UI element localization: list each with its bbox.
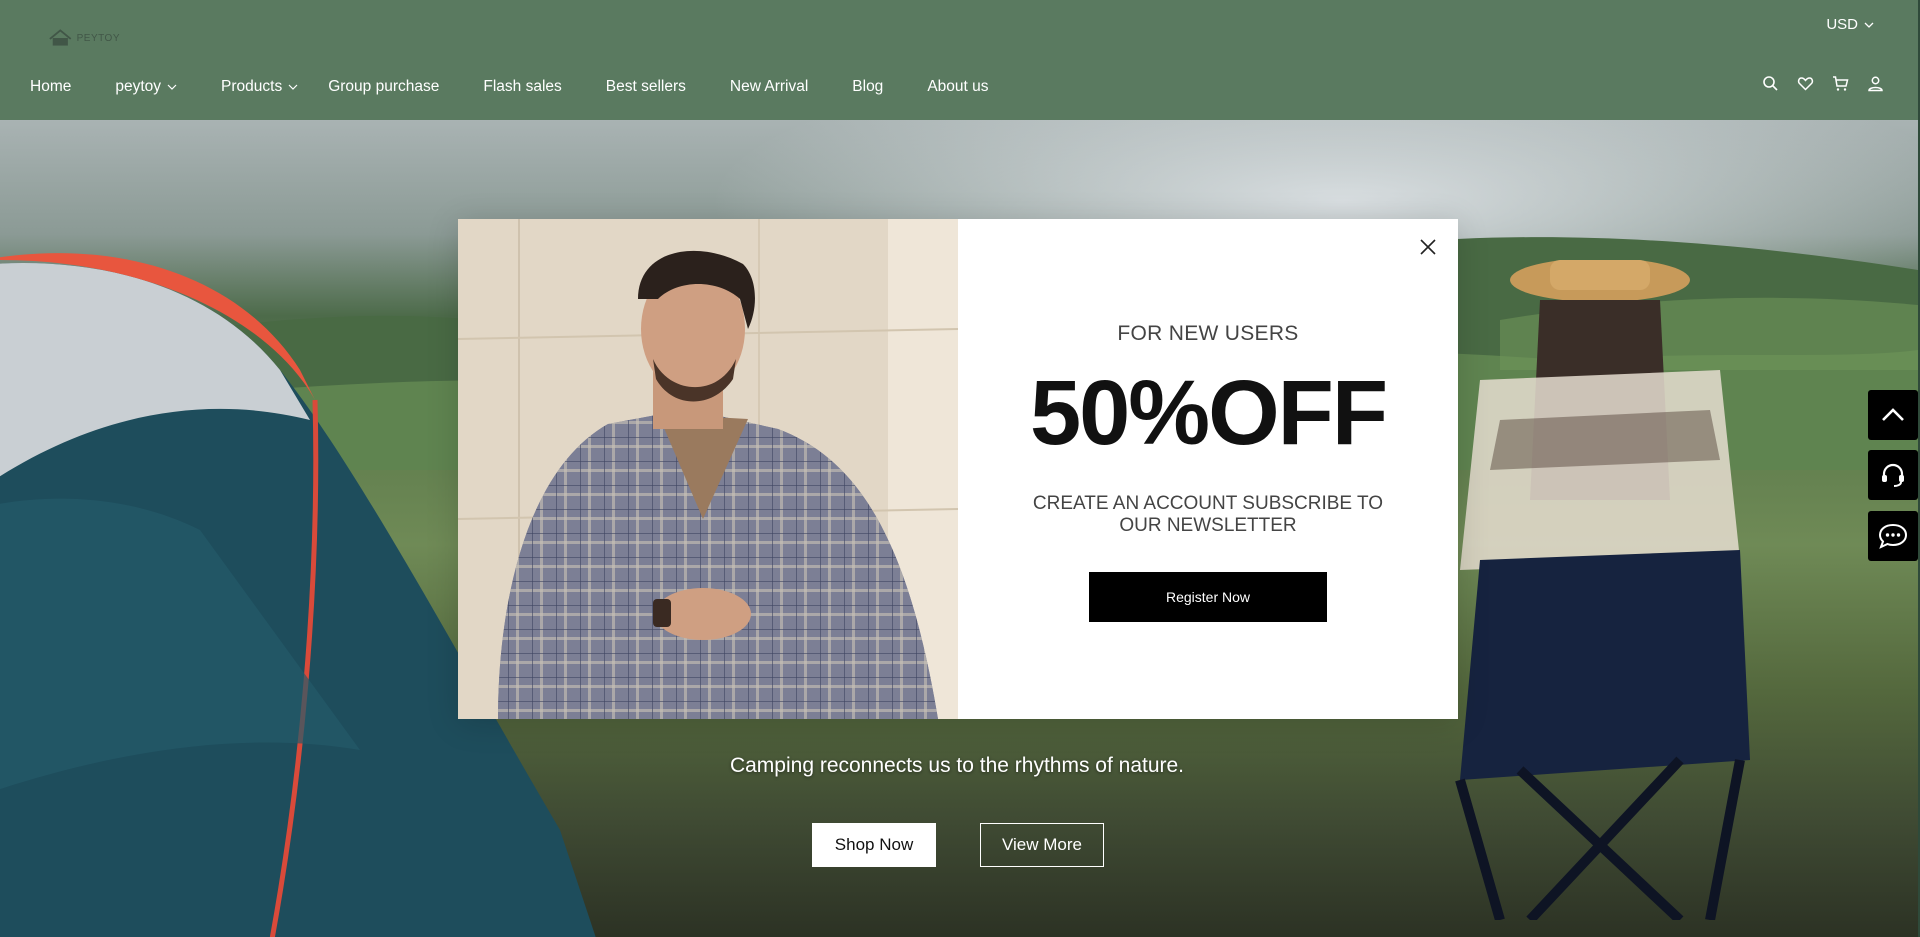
nav-label: About us [927,78,989,95]
nav-products[interactable]: Products [221,78,298,96]
nav-flash-sales[interactable]: Flash sales [483,78,561,96]
nav-best-sellers[interactable]: Best sellers [606,78,686,96]
chevron-down-icon [1864,22,1874,28]
site-logo[interactable]: PEYTOY [48,26,120,50]
view-more-button[interactable]: View More [980,823,1104,867]
nav-label: Best sellers [605,78,686,95]
nav-label: Group purchase [328,78,440,95]
nav-label: Flash sales [483,78,562,95]
headset-icon [1882,463,1904,487]
cart-icon[interactable] [1832,75,1849,92]
shop-now-button[interactable]: Shop Now [812,823,936,867]
logo-text: PEYTOY [76,32,120,44]
nav-peytoy[interactable]: peytoy [115,78,177,96]
site-header: PEYTOY USD Home peytoy Products Group pu… [0,0,1918,120]
header-actions [1762,75,1884,92]
chat-bubble-icon [1878,523,1908,549]
heart-icon[interactable] [1797,75,1814,92]
nav-blog[interactable]: Blog [852,78,883,96]
currency-label: USD [1826,16,1858,33]
popup-headline: 50%OFF [1029,362,1388,464]
popup-description: CREATE AN ACCOUNT SUBSCRIBE TO OUR NEWSL… [1032,493,1384,536]
popup-eyebrow: FOR NEW USERS [1117,322,1299,345]
main-nav: Home peytoy Products Group purchase Flas… [30,72,1033,102]
nav-label: peytoy [115,78,162,95]
register-now-button[interactable]: Register Now [1089,572,1327,622]
chat-button[interactable] [1868,511,1918,561]
chevron-down-icon [167,84,177,90]
hero-tagline-text: Camping reconnects us to the rhythms of … [729,754,1185,777]
camper-woman-image [1455,260,1750,920]
nav-home[interactable]: Home [30,78,71,96]
nav-label: Products [221,78,283,95]
close-icon[interactable] [1418,237,1438,257]
back-to-top-button[interactable] [1868,390,1918,440]
popup-model-image [458,219,958,719]
chevron-down-icon [288,84,298,90]
search-icon[interactable] [1762,75,1779,92]
logo-house-icon [49,29,72,46]
hero-tagline: Camping reconnects us to the rhythms of … [0,754,1918,778]
support-button[interactable] [1868,450,1918,500]
popup-content: FOR NEW USERS 50%OFF CREATE AN ACCOUNT S… [958,219,1458,719]
currency-selector[interactable]: USD [1826,16,1874,33]
chevron-up-icon [1882,408,1904,421]
nav-group-purchase[interactable]: Group purchase [328,78,439,96]
user-icon[interactable] [1867,75,1884,92]
nav-about-us[interactable]: About us [927,78,988,96]
nav-label: Home [30,78,72,95]
nav-label: Blog [852,78,884,95]
man-in-blazer-image [458,219,958,719]
newsletter-popup: FOR NEW USERS 50%OFF CREATE AN ACCOUNT S… [458,219,1458,719]
nav-label: New Arrival [729,78,809,95]
nav-new-arrival[interactable]: New Arrival [730,78,808,96]
